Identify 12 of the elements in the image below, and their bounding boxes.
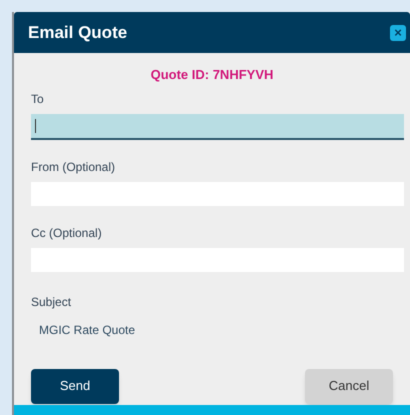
cancel-button[interactable]: Cancel — [305, 368, 393, 404]
field-label: From (Optional) — [31, 158, 116, 176]
subject-value: MGIC Rate Quote — [39, 322, 136, 338]
text-cursor — [35, 118, 36, 132]
dialog-title: Email Quote — [28, 22, 128, 44]
close-button[interactable]: × — [390, 24, 406, 40]
field-label: Cc (Optional) — [31, 224, 102, 242]
input-field[interactable] — [31, 114, 404, 140]
field-label: To — [31, 90, 44, 108]
quote-id: Quote ID: 7NHFYVH — [150, 66, 274, 84]
subject-label: Subject — [31, 294, 72, 310]
send-button[interactable]: Send — [31, 368, 119, 404]
